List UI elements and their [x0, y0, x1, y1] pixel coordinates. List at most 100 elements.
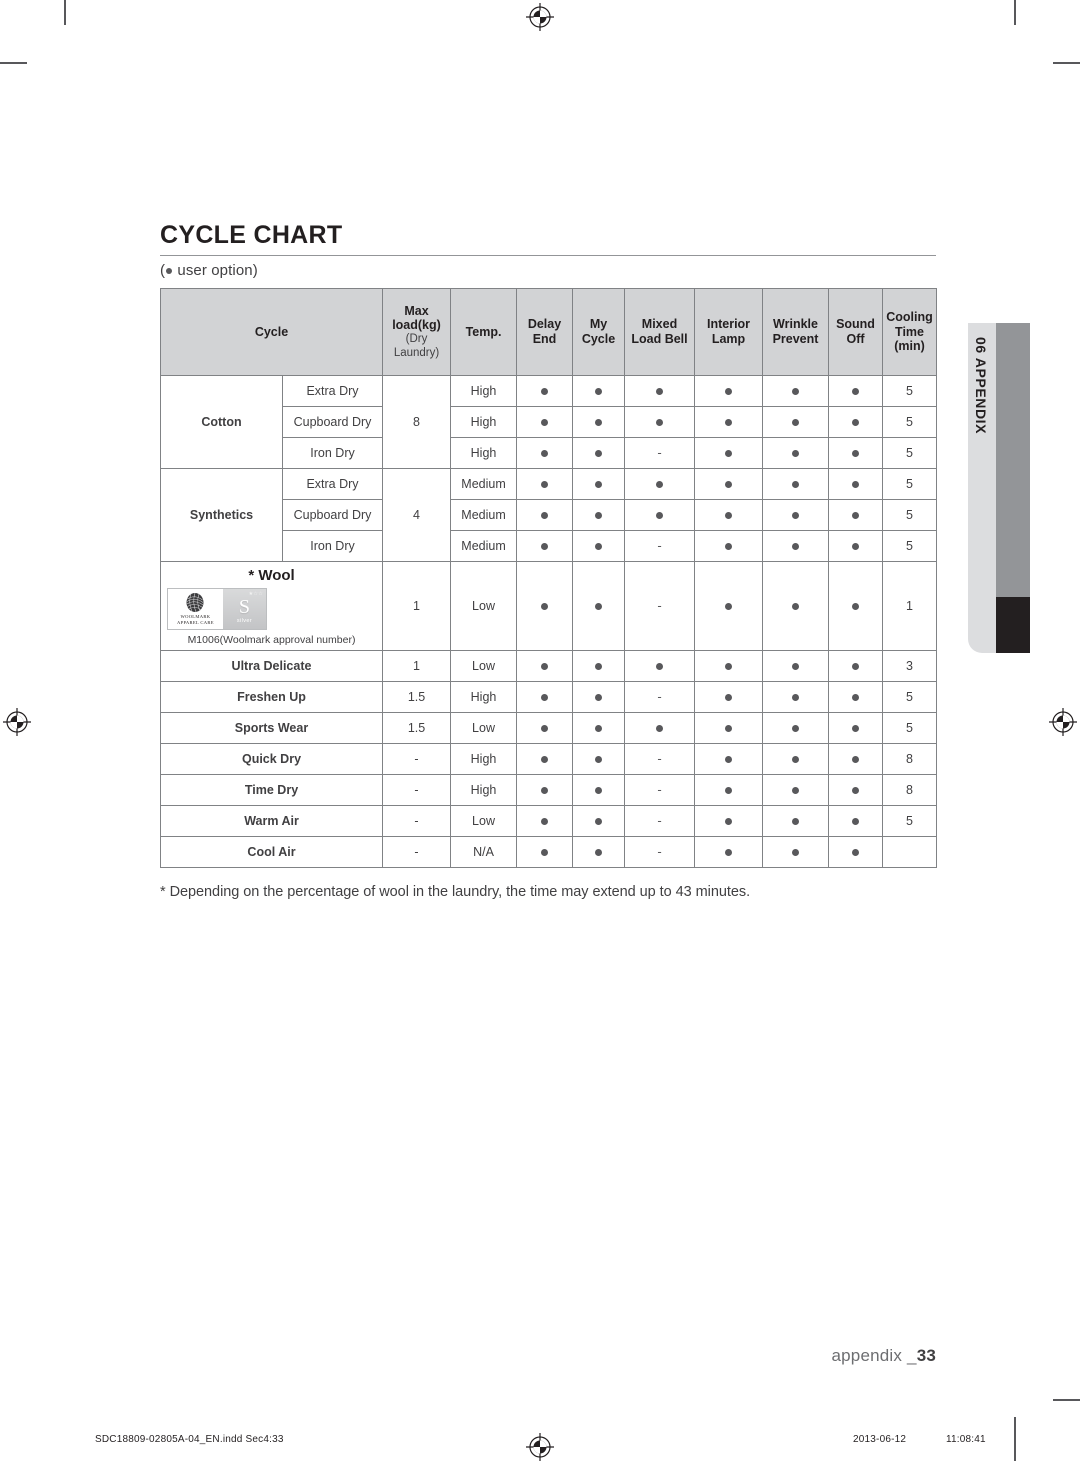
woolmark-brand-text: WOOLMARK APPAREL CARE	[177, 613, 214, 625]
mixed-load-bell-dot-icon	[656, 663, 664, 670]
sound-off-dot-icon	[852, 818, 860, 825]
mixed-load-bell-dot-icon	[656, 481, 664, 488]
my-cycle-dot-icon	[595, 481, 603, 488]
cell-sound-off	[828, 468, 884, 500]
cell-category: Time Dry	[159, 774, 384, 806]
cell-temp: High	[450, 743, 518, 775]
cell-mixed-load-bell: -	[624, 805, 696, 837]
wrinkle-prevent-dot-icon	[792, 388, 800, 395]
print-footer-date: 2013-06-12	[853, 1434, 907, 1445]
delay-end-dot-icon	[541, 543, 549, 550]
cell-sound-off	[828, 712, 884, 744]
my-cycle-dot-icon	[595, 818, 603, 825]
cell-interior-lamp	[694, 650, 764, 682]
cell-temp: High	[450, 681, 518, 713]
woolmark-skein-icon	[186, 592, 204, 612]
interior-lamp-dot-icon	[725, 512, 733, 519]
cell-wrinkle-prevent	[762, 743, 830, 775]
sound-off-dot-icon	[852, 388, 860, 395]
cell-cooling-time: 5	[882, 375, 938, 407]
my-cycle-dot-icon	[595, 756, 603, 763]
my-cycle-dot-icon	[595, 419, 603, 426]
mixed-load-bell-dash: -	[657, 538, 662, 553]
mixed-load-bell-dot-icon	[656, 512, 664, 519]
cell-cooling-time	[882, 836, 938, 868]
mixed-load-bell-dash: -	[657, 782, 662, 797]
cell-wrinkle-prevent	[762, 712, 830, 744]
cell-mixed-load-bell	[624, 406, 696, 438]
cell-subcycle: Extra Dry	[281, 468, 384, 500]
cell-my-cycle	[572, 774, 626, 806]
cell-interior-lamp	[694, 499, 764, 531]
cell-wrinkle-prevent	[762, 530, 830, 562]
cell-interior-lamp	[694, 743, 764, 775]
cell-temp: Medium	[450, 468, 518, 500]
print-footer-time: 11:08:41	[946, 1434, 986, 1445]
cell-subcycle: Extra Dry	[281, 375, 384, 407]
manual-page: CYCLE CHART ( user option) Cycle Max loa…	[0, 0, 1080, 1461]
cell-my-cycle	[572, 805, 626, 837]
cell-sound-off	[828, 743, 884, 775]
cell-interior-lamp	[694, 375, 764, 407]
cell-delay-end	[516, 375, 574, 407]
sound-off-dot-icon	[852, 603, 860, 610]
sound-off-dot-icon	[852, 756, 860, 763]
cell-max-load: 1.5	[382, 712, 452, 744]
cell-sound-off	[828, 499, 884, 531]
wrinkle-prevent-dot-icon	[792, 481, 800, 488]
wrinkle-prevent-dot-icon	[792, 419, 800, 426]
cell-subcycle: Iron Dry	[281, 530, 384, 562]
cell-sound-off	[828, 530, 884, 562]
interior-lamp-dot-icon	[725, 419, 733, 426]
side-tab-label-plate: 06 APPENDIX	[968, 323, 996, 653]
wrinkle-prevent-dot-icon	[792, 450, 800, 457]
mixed-load-bell-dash: -	[657, 751, 662, 766]
mixed-load-bell-dot-icon	[656, 419, 664, 426]
cell-wrinkle-prevent	[762, 650, 830, 682]
cell-wrinkle-prevent	[762, 437, 830, 469]
cell-max-load: 1	[382, 561, 452, 651]
cell-cooling-time: 5	[882, 406, 938, 438]
cell-mixed-load-bell	[624, 375, 696, 407]
title-divider	[160, 254, 936, 256]
cell-max-load: -	[382, 805, 452, 837]
cell-interior-lamp	[694, 406, 764, 438]
cell-cooling-time: 3	[882, 650, 938, 682]
cell-wrinkle-prevent	[762, 805, 830, 837]
mixed-load-bell-dash: -	[657, 813, 662, 828]
delay-end-dot-icon	[541, 603, 549, 610]
my-cycle-dot-icon	[595, 450, 603, 457]
cell-wrinkle-prevent	[762, 681, 830, 713]
cell-temp: Medium	[450, 499, 518, 531]
cell-cooling-time: 5	[882, 805, 938, 837]
woolmark-badge-letter: S	[238, 596, 250, 618]
sound-off-dot-icon	[852, 694, 860, 701]
cell-mixed-load-bell	[624, 468, 696, 500]
cell-delay-end	[516, 743, 574, 775]
cell-max-load: -	[382, 743, 452, 775]
cell-mixed-load-bell: -	[624, 681, 696, 713]
cell-temp: Low	[450, 650, 518, 682]
cell-max-load: -	[382, 836, 452, 868]
page-folio: appendix _33	[832, 1346, 937, 1366]
legend-text: user option	[177, 262, 253, 279]
my-cycle-dot-icon	[595, 725, 603, 732]
side-index-tab[interactable]: 06 APPENDIX	[968, 323, 1030, 653]
folio-label: appendix _	[831, 1346, 917, 1365]
delay-end-dot-icon	[541, 663, 549, 670]
folio-number: 33	[916, 1346, 936, 1365]
table-row: Warm Air - Low -5	[159, 805, 938, 837]
woolmark-brand-side: WOOLMARK APPAREL CARE	[168, 588, 223, 629]
cell-category-wool: * Wool WOOLMARK APPAREL CARE ★☆☆ Ssilver M100…	[159, 561, 384, 651]
cell-my-cycle	[572, 499, 626, 531]
cell-my-cycle	[572, 561, 626, 651]
my-cycle-dot-icon	[595, 603, 603, 610]
cell-my-cycle	[572, 406, 626, 438]
cell-subcycle: Cupboard Dry	[281, 406, 384, 438]
cell-category: Ultra Delicate	[159, 650, 384, 682]
print-footer-filename: SDC18809-02805A-04_EN.indd Sec4:33	[95, 1434, 284, 1445]
cell-subcycle: Cupboard Dry	[281, 499, 384, 531]
delay-end-dot-icon	[541, 512, 549, 519]
interior-lamp-dot-icon	[725, 663, 733, 670]
cell-category: Sports Wear	[159, 712, 384, 744]
